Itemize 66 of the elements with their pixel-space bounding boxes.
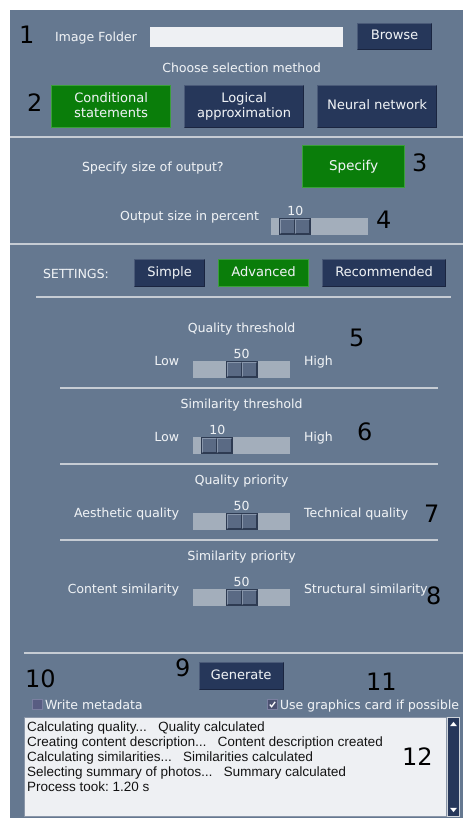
settings-button[interactable]: Simple: [134, 259, 205, 287]
input-field[interactable]: [150, 26, 343, 46]
annotation-number: 7: [424, 501, 440, 527]
slider-min-label: Low: [154, 429, 179, 446]
settings-button[interactable]: Recommended: [322, 259, 446, 287]
annotation-number: 3: [412, 150, 428, 176]
browse-button[interactable]: Browse: [357, 23, 432, 50]
slider-value: 50: [232, 498, 250, 513]
slider-thumb[interactable]: [201, 437, 234, 454]
slider-track[interactable]: [193, 589, 290, 606]
annotation-number: 8: [426, 583, 442, 609]
field-label: Image Folder: [55, 29, 138, 44]
log-line: Process took: 1.20 s: [27, 779, 150, 794]
slider-thumb[interactable]: [226, 513, 258, 530]
method-button[interactable]: Conditional statements: [51, 85, 171, 128]
slider-min-label: Content similarity: [68, 581, 179, 598]
annotation-number: 9: [175, 655, 190, 681]
log-line: Selecting summary of photos... Summary calculated: [27, 764, 346, 779]
scroll-down-icon[interactable]: [449, 807, 458, 814]
slider-track[interactable]: [193, 361, 290, 378]
slider-title: Quality priority: [194, 472, 288, 488]
settings-button[interactable]: Advanced: [218, 259, 309, 287]
slider-title: Similarity threshold: [180, 396, 302, 412]
slider-value: 50: [232, 574, 250, 589]
slider-value: 10: [208, 422, 226, 437]
annotation-number: 5: [349, 325, 364, 351]
method-button[interactable]: Logical approximation: [184, 85, 304, 128]
slider-title: Quality threshold: [188, 320, 296, 336]
checkbox[interactable]: [32, 698, 43, 710]
log-line: Calculating similarities... Similarities calculated: [27, 749, 313, 764]
slider-thumb[interactable]: [279, 218, 312, 235]
method-button[interactable]: Neural network: [317, 85, 437, 128]
annotation-number: 10: [25, 666, 56, 692]
generate-button[interactable]: Generate: [198, 662, 284, 690]
slider-track[interactable]: [193, 437, 290, 454]
settings-label: SETTINGS:: [43, 266, 110, 280]
slider-min-label: Low: [154, 353, 179, 370]
annotation-number: 11: [366, 669, 397, 695]
scroll-up-icon[interactable]: [449, 720, 458, 727]
annotation-number: 6: [357, 419, 372, 445]
checkbox-label: Write metadata: [45, 696, 143, 712]
section-prompt: Choose selection method: [161, 60, 322, 76]
specify-button[interactable]: Specify: [302, 145, 405, 188]
log-line: Calculating quality... Quality calculated: [27, 719, 265, 734]
slider-max-label: Technical quality: [304, 505, 408, 522]
slider-thumb[interactable]: [226, 361, 258, 378]
slider-track[interactable]: [271, 218, 368, 235]
slider-max-label: High: [304, 429, 333, 446]
slider-value: 10: [286, 203, 304, 218]
log-line: Creating content description... Content description created: [27, 734, 383, 749]
slider-thumb[interactable]: [226, 589, 258, 606]
slider-min-label: Aesthetic quality: [74, 505, 179, 522]
annotation-number: 2: [27, 90, 42, 116]
annotation-number: 4: [376, 207, 392, 233]
checkbox-label: Use graphics card if possible: [280, 696, 459, 712]
slider-label: Output size in percent: [120, 208, 260, 225]
slider-value: 50: [232, 346, 250, 361]
slider-max-label: High: [304, 353, 333, 370]
slider-max-label: Structural similarity: [304, 581, 428, 596]
specify-label: Specify size of output?: [82, 159, 225, 174]
checkbox[interactable]: [266, 698, 278, 710]
scrollbar[interactable]: [447, 717, 460, 817]
annotation-number: 1: [19, 22, 34, 48]
slider-title: Similarity priority: [187, 548, 296, 564]
annotation-number: 12: [402, 744, 433, 770]
slider-track[interactable]: [193, 513, 290, 530]
